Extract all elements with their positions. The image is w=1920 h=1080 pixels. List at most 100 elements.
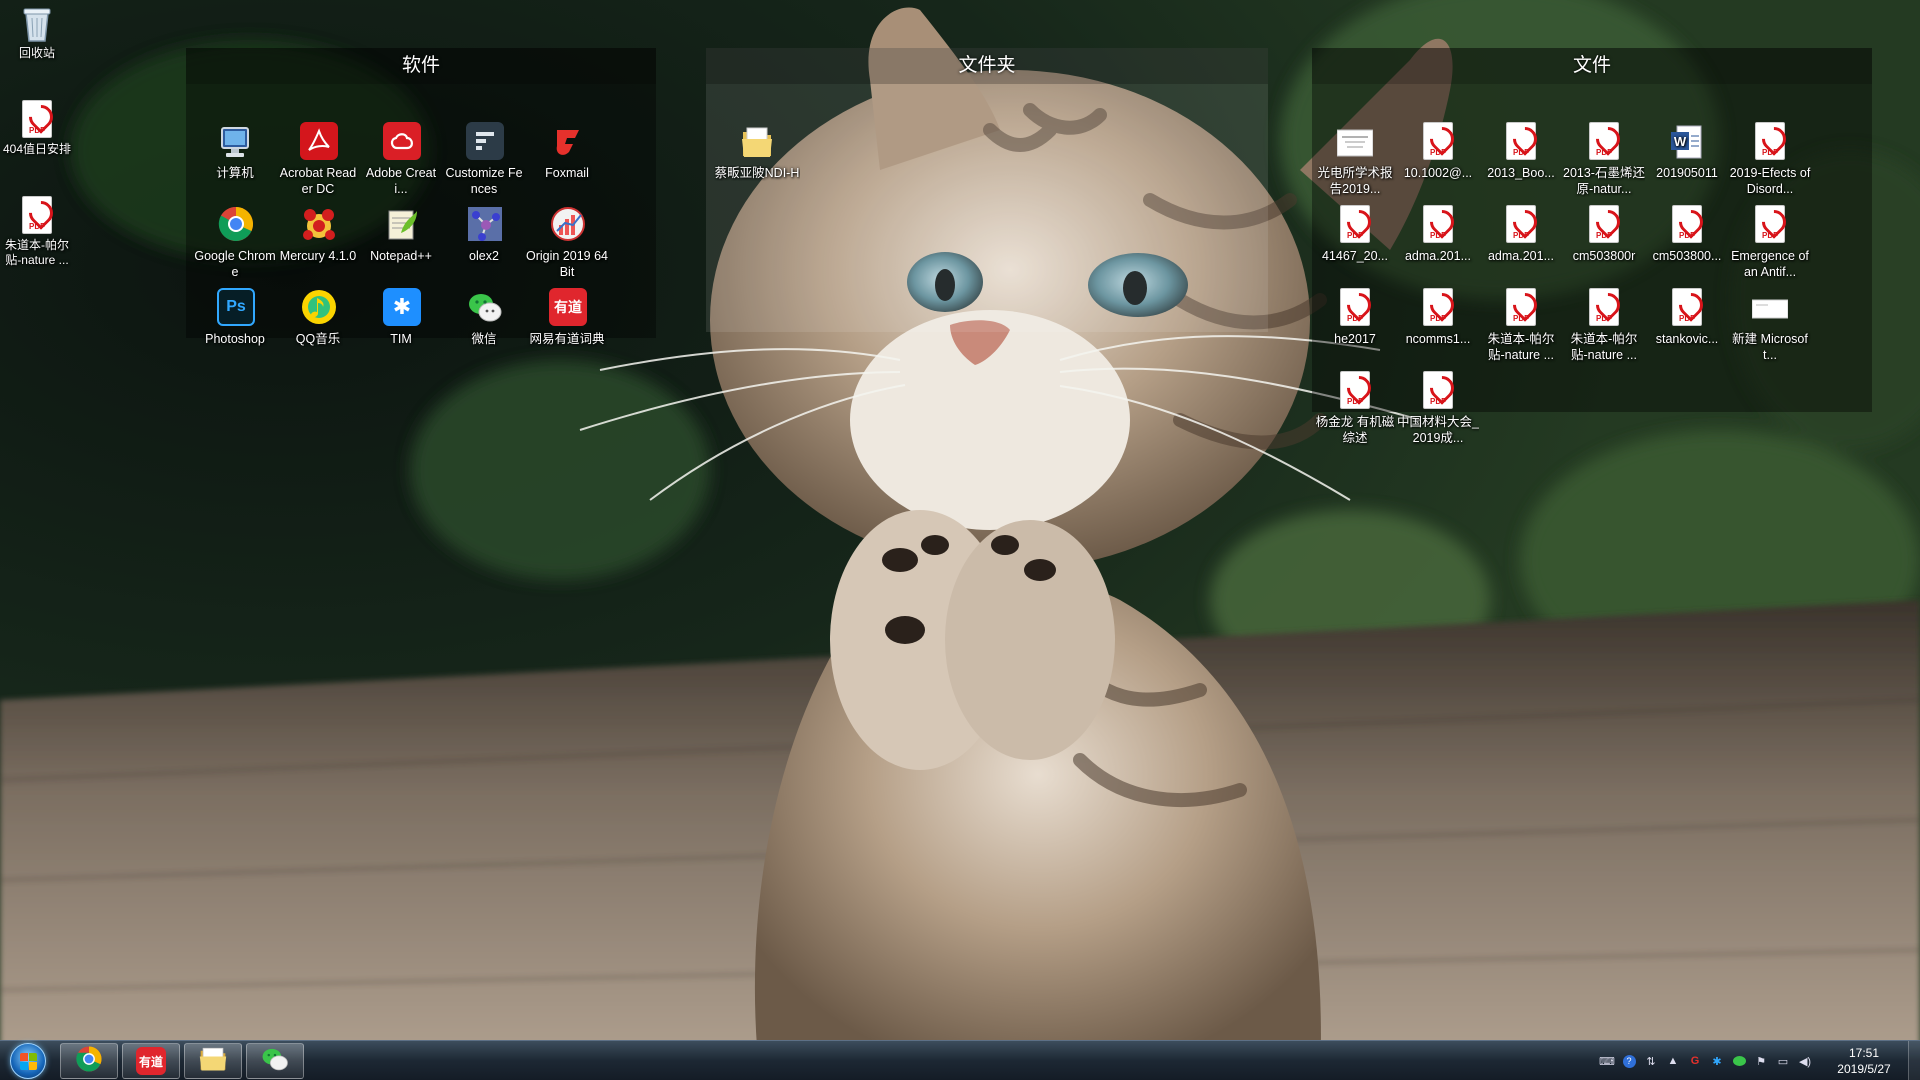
- app-google-chrome[interactable]: Google Chrome: [194, 205, 276, 280]
- help-icon[interactable]: ?: [1621, 1053, 1637, 1069]
- foxmail-icon: [549, 122, 585, 162]
- app-photoshop[interactable]: Ps Photoshop: [194, 288, 276, 347]
- mercury-icon: [300, 205, 336, 245]
- desktop-icon-label: 回收站: [18, 46, 55, 60]
- desktop-icon-recycle-bin[interactable]: 回收站: [0, 4, 74, 61]
- app-adobe-creative-cloud[interactable]: Adobe Creati...: [360, 122, 442, 197]
- app-youdao-dict[interactable]: 有道 网易有道词典: [526, 288, 608, 347]
- notepadpp-icon: [383, 205, 419, 245]
- app-customize-fences[interactable]: Customize Fences: [443, 122, 525, 197]
- file-item[interactable]: PDF 2019-Efects of Disord...: [1729, 122, 1811, 197]
- pdf-file-icon: PDF: [1752, 205, 1788, 245]
- tim-icon: ✱: [383, 288, 421, 328]
- origin-icon: [549, 205, 585, 245]
- pdf-file-icon: PDF: [1420, 205, 1456, 245]
- app-mercury[interactable]: Mercury 4.1.0: [277, 205, 359, 264]
- file-item[interactable]: PDF 41467_20...: [1314, 205, 1396, 264]
- pdf-file-icon: PDF: [1586, 205, 1622, 245]
- file-item[interactable]: PDF 2013_Boo...: [1480, 122, 1562, 181]
- file-item[interactable]: PDF adma.201...: [1480, 205, 1562, 264]
- computer-icon: [217, 122, 253, 162]
- clock[interactable]: 17:51 2019/5/27: [1822, 1041, 1906, 1080]
- clock-date: 2019/5/27: [1837, 1062, 1891, 1076]
- file-item[interactable]: PDF stankovic...: [1646, 288, 1728, 347]
- file-item[interactable]: PDF 朱道本-帕尔贴-nature ...: [1563, 288, 1645, 363]
- flag-icon[interactable]: ⚑: [1753, 1053, 1769, 1069]
- app-tim[interactable]: ✱ TIM: [360, 288, 442, 347]
- file-item[interactable]: W 201905011: [1646, 122, 1728, 181]
- network-icon[interactable]: ▭: [1775, 1053, 1791, 1069]
- pdf-file-icon: PDF: [1420, 371, 1456, 411]
- folder-icon: [198, 1045, 228, 1078]
- fences-icon: [466, 122, 504, 162]
- network-status-icon[interactable]: ⇅: [1643, 1053, 1659, 1069]
- file-item[interactable]: PDF 中国材料大会_2019成...: [1397, 371, 1479, 446]
- pdf-file-icon: PDF: [1752, 122, 1788, 162]
- show-hidden-icon[interactable]: ▲: [1665, 1053, 1681, 1069]
- chrome-icon: [75, 1045, 103, 1078]
- file-item[interactable]: PDF cm503800...: [1646, 205, 1728, 264]
- app-acrobat-reader[interactable]: Acrobat Reader DC: [277, 122, 359, 197]
- taskbar-wechat[interactable]: [246, 1043, 304, 1079]
- fence-title[interactable]: 文件夹: [706, 48, 1268, 84]
- youdao-icon: 有道: [549, 288, 587, 328]
- word-file-icon: W: [1669, 122, 1705, 162]
- pdf-file-icon: PDF: [1669, 205, 1705, 245]
- acrobat-icon: [300, 122, 338, 162]
- foxmail-tray-icon[interactable]: G: [1687, 1053, 1703, 1069]
- app-origin[interactable]: Origin 2019 64Bit: [526, 205, 608, 280]
- file-item[interactable]: PDF adma.201...: [1397, 205, 1479, 264]
- taskbar-explorer[interactable]: [184, 1043, 242, 1079]
- wechat-icon: [260, 1045, 290, 1078]
- svg-text:W: W: [1674, 134, 1687, 149]
- folder-icon: [739, 122, 775, 162]
- app-foxmail[interactable]: Foxmail: [526, 122, 608, 181]
- folder-item[interactable]: 蔡畈亚陂NDI-H: [714, 122, 800, 181]
- desktop-icon-label: 朱道本-帕尔贴-nature ...: [5, 238, 69, 267]
- photoshop-icon: Ps: [217, 288, 255, 328]
- keyboard-icon[interactable]: ⌨: [1599, 1053, 1615, 1069]
- file-item[interactable]: PDF he2017: [1314, 288, 1396, 347]
- pdf-file-icon: PDF: [1420, 122, 1456, 162]
- file-item[interactable]: PDF cm503800r: [1563, 205, 1645, 264]
- taskbar-chrome[interactable]: [60, 1043, 118, 1079]
- fence-grid: 计算机 Acrobat Reader DC Adobe Creati... Cu…: [186, 84, 656, 346]
- pdf-file-icon: PDF: [1337, 371, 1373, 411]
- wechat-tray-icon[interactable]: [1731, 1053, 1747, 1069]
- app-wechat[interactable]: 微信: [443, 288, 525, 347]
- file-item[interactable]: 新建 Microsoft...: [1729, 288, 1811, 363]
- file-item[interactable]: 光电所学术报告2019...: [1314, 122, 1396, 197]
- volume-icon[interactable]: ◀): [1797, 1053, 1813, 1069]
- start-button[interactable]: [4, 1042, 52, 1080]
- pdf-file-icon: PDF: [19, 196, 55, 236]
- fence-grid: 光电所学术报告2019... PDF 10.1002@... PDF 2013_…: [1312, 84, 1872, 445]
- tim-tray-icon[interactable]: ✱: [1709, 1053, 1725, 1069]
- file-item[interactable]: PDF 10.1002@...: [1397, 122, 1479, 181]
- fence-title[interactable]: 软件: [186, 48, 656, 84]
- file-item[interactable]: PDF 2013-石墨烯还原-natur...: [1563, 122, 1645, 197]
- fence-files: 文件 光电所学术报告2019... PDF 10.1002@... PDF 20…: [1312, 48, 1872, 445]
- app-notepad-plus-plus[interactable]: Notepad++: [360, 205, 442, 264]
- fence-grid: 蔡畈亚陂NDI-H: [706, 84, 1268, 332]
- adobe-cc-icon: [383, 122, 421, 162]
- pdf-file-icon: PDF: [1337, 288, 1373, 328]
- pdf-file-icon: PDF: [1503, 205, 1539, 245]
- pdf-file-icon: PDF: [1669, 288, 1705, 328]
- file-item[interactable]: PDF Emergence of an Antif...: [1729, 205, 1811, 280]
- show-desktop-button[interactable]: [1908, 1041, 1920, 1080]
- desktop-icon-nature-pdf[interactable]: PDF 朱道本-帕尔贴-nature ...: [0, 196, 74, 268]
- pdf-file-icon: PDF: [1337, 205, 1373, 245]
- file-item[interactable]: PDF 杨金龙 有机磁综述: [1314, 371, 1396, 446]
- system-tray: ⌨ ? ⇅ ▲ G ✱ ⚑ ▭ ◀): [1596, 1041, 1816, 1080]
- pdf-file-icon: PDF: [1420, 288, 1456, 328]
- app-qq-music[interactable]: QQ音乐: [277, 288, 359, 347]
- file-item[interactable]: PDF 朱道本-帕尔贴-nature ...: [1480, 288, 1562, 363]
- app-computer[interactable]: 计算机: [194, 122, 276, 181]
- desktop-icon-label: 404值日安排: [2, 142, 72, 156]
- fence-title[interactable]: 文件: [1312, 48, 1872, 84]
- file-item[interactable]: PDF ncomms1...: [1397, 288, 1479, 347]
- app-olex2[interactable]: olex2: [443, 205, 525, 264]
- taskbar-youdao[interactable]: 有道: [122, 1043, 180, 1079]
- desktop-icon-404-schedule[interactable]: PDF 404值日安排: [0, 100, 74, 157]
- recycle-bin-icon: [19, 4, 55, 44]
